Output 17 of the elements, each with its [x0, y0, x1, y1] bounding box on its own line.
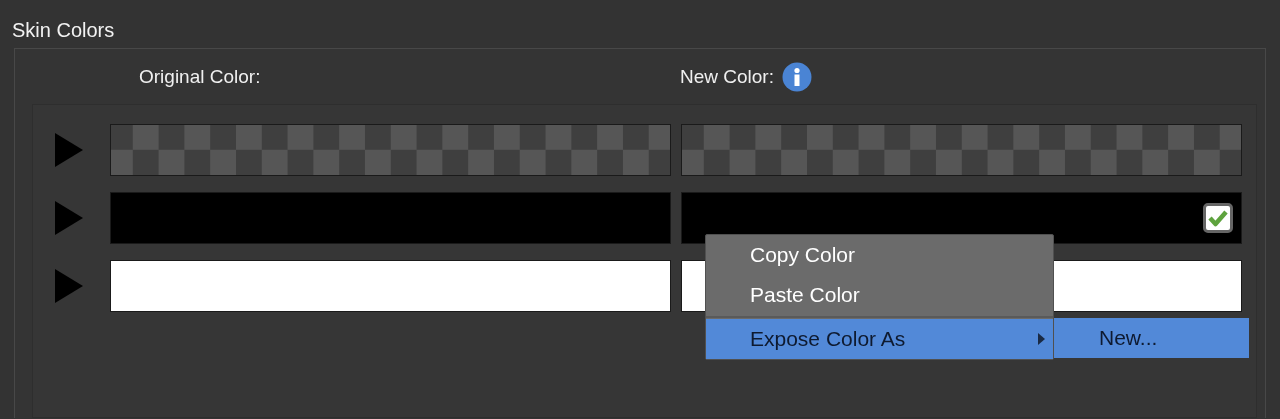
info-icon[interactable]: [782, 61, 812, 92]
color-swatch[interactable]: [110, 192, 671, 244]
transparent-swatch[interactable]: [110, 124, 671, 176]
column-label: Original Color:: [139, 65, 261, 88]
menu-item[interactable]: Paste Color: [706, 275, 1053, 315]
checkbox[interactable]: [1203, 203, 1233, 233]
column-label: New Color:: [680, 65, 774, 88]
transparent-swatch[interactable]: [681, 124, 1242, 176]
color-swatch[interactable]: [110, 260, 671, 312]
menu-item[interactable]: Copy Color: [706, 235, 1053, 275]
menu-item[interactable]: New...: [1054, 318, 1249, 358]
check-icon: [1208, 209, 1228, 227]
section-title: Skin Colors: [12, 18, 115, 42]
disclosure-triangle-icon[interactable]: [55, 201, 83, 235]
menu-item[interactable]: Expose Color As: [706, 319, 1053, 359]
disclosure-triangle-icon[interactable]: [55, 133, 83, 167]
disclosure-triangle-icon[interactable]: [55, 269, 83, 303]
